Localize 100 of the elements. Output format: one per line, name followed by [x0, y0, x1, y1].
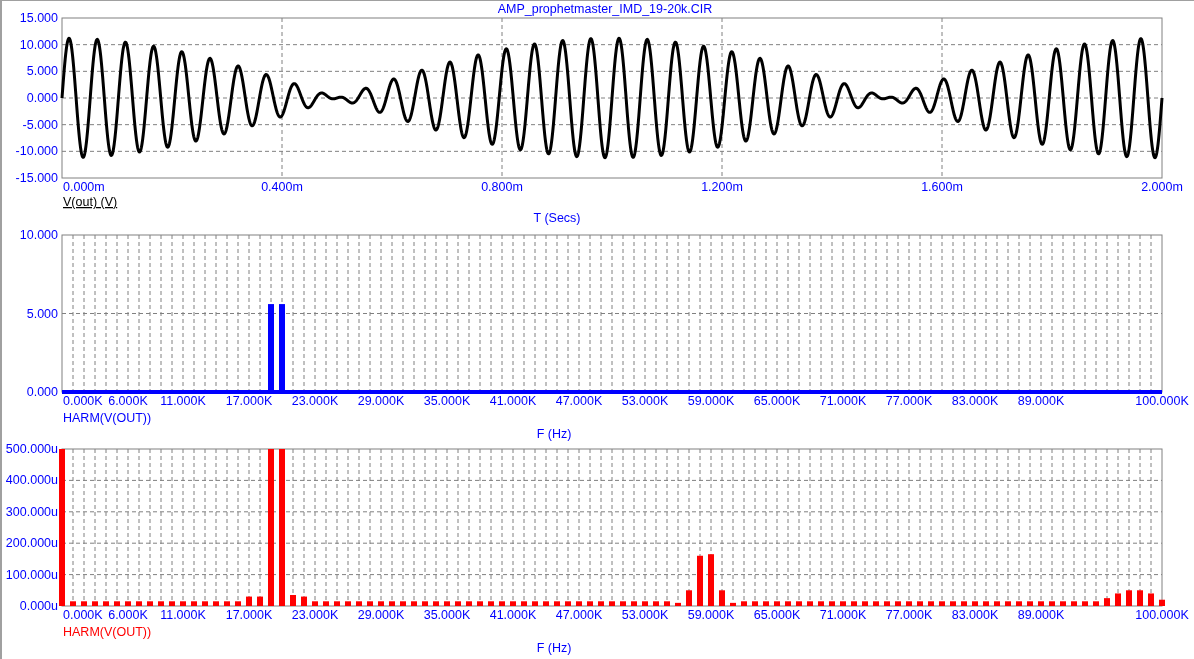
axis-tick-label: 1.600m — [921, 180, 963, 194]
spectrum-bar — [411, 601, 417, 607]
spectrum-bar — [103, 601, 109, 607]
axis-tick-label: 0.000 — [26, 91, 58, 105]
axis-tick-label: 0.000K — [63, 393, 103, 408]
axis-tick-label: 71.000K — [819, 393, 867, 408]
spectrum-bar — [642, 601, 648, 607]
axis-tick-label: 77.000K — [885, 393, 933, 408]
axis-tick-label: 0.800m — [481, 180, 523, 194]
spectrum-bar — [1049, 601, 1055, 607]
spectrum-bar — [730, 603, 736, 607]
axis-tick-label: 35.000K — [423, 608, 471, 623]
spectrum-bar — [675, 603, 681, 607]
spectrum-bar — [345, 601, 351, 607]
axis-title: F (Hz) — [536, 426, 572, 441]
spectrum-bar — [543, 601, 549, 607]
axis-tick-label: 59.000K — [687, 608, 735, 623]
spectrum-bar — [719, 590, 725, 607]
spectrum-bar — [708, 554, 714, 607]
axis-tick-label: 17.000K — [225, 608, 273, 623]
axis-tick-label: 35.000K — [423, 393, 471, 408]
spectrum-bar — [1060, 601, 1066, 607]
spectrum-bar — [1082, 601, 1088, 607]
axis-tick-label: 77.000K — [885, 608, 933, 623]
spectrum-bar — [928, 601, 934, 607]
spectrum-bar — [422, 601, 428, 607]
axis-tick-label: 83.000K — [951, 608, 999, 623]
spectrum-bar — [158, 601, 164, 607]
spectrum-bar — [576, 601, 582, 607]
trace-label: HARM(V(OUT)) — [63, 625, 152, 640]
spectrum-bar — [620, 601, 626, 607]
spectrum-bar — [741, 601, 747, 607]
spectrum-bar — [510, 601, 516, 607]
spectrum-bar — [895, 601, 901, 607]
axis-tick-label: 0.000K — [63, 608, 103, 623]
axis-tick-label: -5.000 — [22, 117, 58, 132]
spectrum-bar — [818, 601, 824, 607]
spectrum-bar — [477, 601, 483, 607]
spectrum-bar — [147, 601, 153, 607]
axis-tick-label: 47.000K — [555, 393, 603, 408]
axis-tick-label: -15.000 — [15, 171, 58, 185]
spectrum-bar — [994, 601, 1000, 607]
axis-tick-label: 11.000K — [160, 608, 206, 623]
spectrum-bar — [257, 596, 263, 607]
spectrum-bar — [334, 601, 340, 607]
axis-tick-label: 300.000u — [5, 505, 58, 520]
spectrum-bar — [807, 601, 813, 607]
spectrum-bar — [862, 601, 868, 607]
spectrum-bar — [521, 601, 527, 607]
spectrum-bar — [1159, 600, 1165, 607]
axis-tick-label: 0.000u — [19, 599, 58, 614]
spectrum-bar — [312, 601, 318, 607]
axis-title: T (Secs) — [533, 211, 581, 225]
axis-tick-label: 500.000u — [5, 442, 58, 457]
spectrum-bar — [1016, 601, 1022, 607]
spectrum-bar — [301, 596, 307, 607]
spectrum-bar — [433, 601, 439, 607]
spectrum-bar — [81, 601, 87, 607]
axis-tick-label: 100.000u — [5, 567, 58, 582]
spectrum-bar — [664, 601, 670, 607]
axis-tick-label: 29.000K — [357, 393, 405, 408]
spectrum-bar — [972, 601, 978, 607]
axis-tick-label: 5.000 — [26, 64, 58, 79]
axis-tick-label: 23.000K — [291, 608, 339, 623]
spectrum-bar — [70, 601, 76, 607]
spectrum-bar — [1126, 590, 1132, 607]
chart-title: AMP_prophetmaster_IMD_19-20k.CIR — [497, 2, 713, 16]
spectrum-bar — [378, 601, 384, 607]
spectrum-bar — [246, 596, 252, 607]
axis-tick-label: 0.400m — [261, 180, 303, 194]
axis-tick-label: 15.000 — [19, 11, 58, 25]
spectrum-bar — [1148, 593, 1154, 607]
spectrum-bar — [983, 601, 989, 607]
axis-tick-label: 29.000K — [357, 608, 405, 623]
spectrum-bar — [136, 601, 142, 607]
spectrum-bar — [565, 601, 571, 607]
spectrum-bar — [213, 601, 219, 607]
axis-title: F (Hz) — [536, 641, 572, 656]
axis-tick-label: 65.000K — [753, 608, 801, 623]
spectrum-bar — [686, 590, 692, 607]
axis-tick-label: 83.000K — [951, 393, 999, 408]
spectrum-bar — [1115, 593, 1121, 607]
spectrum-bar — [1071, 601, 1077, 607]
axis-tick-label: 89.000K — [1017, 393, 1065, 408]
spectrum-bar — [851, 601, 857, 607]
axis-tick-label: 5.000 — [26, 306, 58, 321]
spectrum-bar — [455, 601, 461, 607]
axis-tick-label: 6.000K — [108, 393, 148, 408]
axis-tick-label: 2.000m — [1141, 180, 1183, 194]
axis-tick-label: 0.000m — [63, 180, 105, 194]
spectrum-bar — [884, 601, 890, 607]
spectrum-bar — [356, 601, 362, 607]
axis-tick-label: 100.000K — [1135, 608, 1189, 623]
spectrum-bar — [202, 601, 208, 607]
spectrum-bar — [939, 601, 945, 607]
axis-tick-label: 59.000K — [687, 393, 735, 408]
axis-tick-label: 23.000K — [291, 393, 339, 408]
spectrum-bar — [125, 601, 131, 607]
spectrum-bar — [873, 601, 879, 607]
axis-tick-label: -10.000 — [15, 144, 58, 159]
